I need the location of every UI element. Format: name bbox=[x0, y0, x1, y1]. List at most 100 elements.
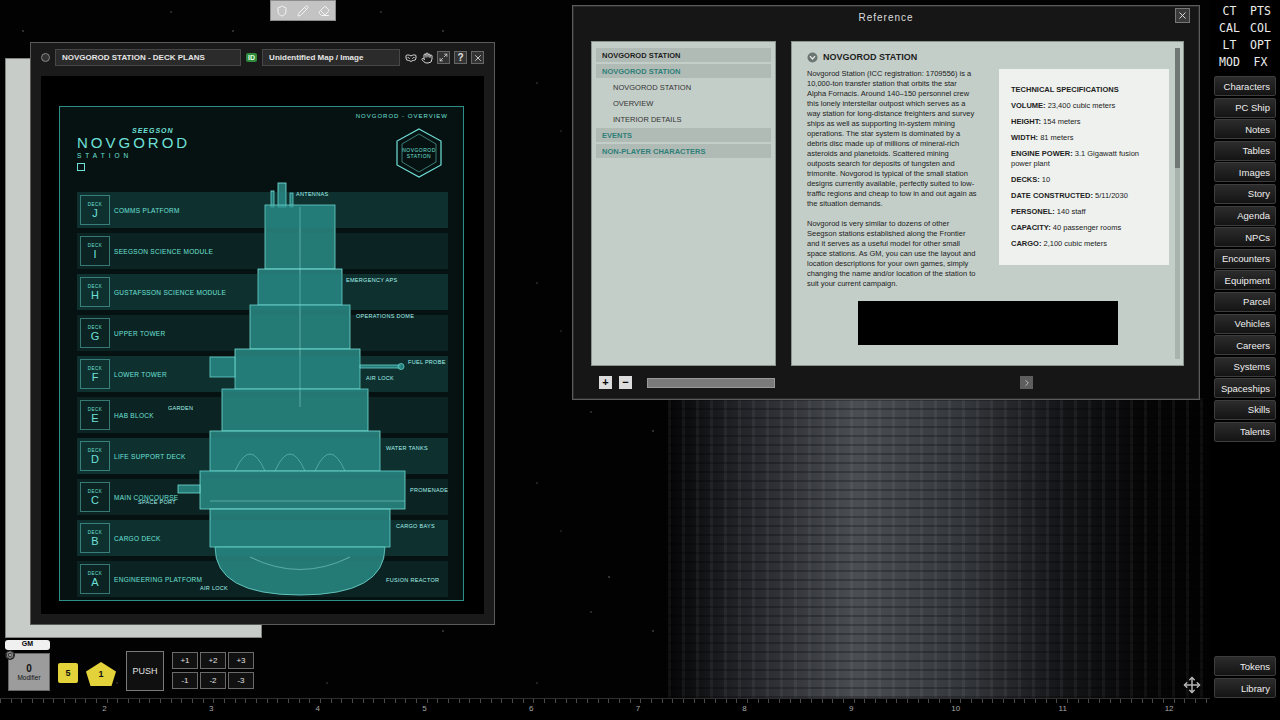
ruler-number: 2 bbox=[0, 699, 107, 720]
modifier-button[interactable]: -2 bbox=[200, 672, 226, 689]
specs-title: TECHNICAL SPECIFICATIONS bbox=[1011, 85, 1157, 95]
mask-icon[interactable] bbox=[405, 52, 417, 64]
deck-char: J bbox=[92, 207, 98, 219]
sidebar-item[interactable]: Images bbox=[1214, 162, 1276, 182]
quick-button[interactable]: FX bbox=[1254, 55, 1268, 69]
sidebar-item[interactable]: Library bbox=[1214, 678, 1276, 698]
modifier-box[interactable]: 0Modifier bbox=[8, 653, 50, 691]
image-window[interactable]: NOVGOROD STATION - DECK PLANS ID Unidentif… bbox=[30, 42, 495, 625]
index-item[interactable]: OVERVIEW bbox=[596, 96, 771, 110]
tabletop[interactable]: NOVGOROD STATION - DECK PLANS ID Unidentif… bbox=[0, 0, 1210, 698]
index-item[interactable]: NOVGOROD STATION bbox=[596, 48, 771, 62]
spec-value: 5/11/2030 bbox=[1095, 191, 1128, 200]
collapse-icon[interactable] bbox=[807, 52, 818, 63]
index-item[interactable]: NOVGOROD STATION bbox=[596, 80, 771, 94]
record-dot-icon bbox=[41, 53, 50, 62]
sidebar-item[interactable]: Story bbox=[1214, 184, 1276, 204]
die[interactable]: 1 bbox=[86, 662, 116, 686]
zoom-in-button[interactable]: + bbox=[599, 376, 612, 389]
deck-letter: DECKH bbox=[80, 277, 110, 307]
quick-button[interactable]: PTS bbox=[1250, 4, 1271, 18]
sidebar-item[interactable]: Systems bbox=[1214, 357, 1276, 377]
deck-row: DECKFLOWER TOWER bbox=[77, 356, 448, 392]
sidebar-item[interactable]: Spaceships bbox=[1214, 378, 1276, 398]
sidebar-item[interactable]: NPCs bbox=[1214, 227, 1276, 247]
modifier-buttons: +1+2+3 -1-2-3 bbox=[172, 652, 254, 689]
modifier-button[interactable]: -1 bbox=[172, 672, 198, 689]
index-item[interactable]: NOVGOROD STATION bbox=[596, 64, 771, 78]
index-item[interactable]: INTERIOR DETAILS bbox=[596, 112, 771, 126]
deck-word: DECK bbox=[88, 325, 103, 330]
close-button[interactable] bbox=[471, 51, 484, 64]
scroll-thumb[interactable] bbox=[1175, 48, 1180, 168]
deck-plan-header: SEEGSONNOVGORODSTATIONNOVGOROD - OVERVIE… bbox=[77, 107, 448, 187]
sidebar-item[interactable]: Tables bbox=[1214, 141, 1276, 161]
shield-icon[interactable] bbox=[274, 3, 290, 19]
reference-content: NOVGOROD STATIONNovgorod Station (ICC re… bbox=[791, 41, 1184, 366]
index-item[interactable]: NON-PLAYER CHARACTERS bbox=[596, 144, 771, 158]
sidebar-item[interactable]: Parcel bbox=[1214, 292, 1276, 312]
deck-letter: DECKJ bbox=[80, 195, 110, 225]
station-image[interactable] bbox=[858, 301, 1118, 345]
sidebar-item[interactable]: Characters bbox=[1214, 76, 1276, 96]
sidebar-item[interactable]: Careers bbox=[1214, 335, 1276, 355]
deck-char: B bbox=[91, 535, 98, 547]
move-icon[interactable] bbox=[1183, 676, 1201, 694]
sidebar-item[interactable]: Agenda bbox=[1214, 206, 1276, 226]
image-title-field[interactable]: NOVGOROD STATION - DECK PLANS bbox=[55, 49, 241, 66]
sidebar-item[interactable]: Skills bbox=[1214, 400, 1276, 420]
spec-row: WIDTH: 81 meters bbox=[1011, 133, 1157, 143]
callout-label: WATER TANKS bbox=[386, 445, 428, 451]
maximize-button[interactable] bbox=[437, 51, 450, 64]
sidebar-item[interactable]: Tokens bbox=[1214, 656, 1276, 676]
paragraph: Novgorod Station (ICC registration: 1709… bbox=[807, 69, 977, 209]
quick-button[interactable]: MOD bbox=[1219, 55, 1240, 69]
push-button[interactable]: PUSH bbox=[126, 651, 164, 691]
spec-label: VOLUME: bbox=[1011, 101, 1046, 110]
deck-row: DECKGUPPER TOWER bbox=[77, 315, 448, 351]
spec-value: 140 staff bbox=[1057, 207, 1086, 216]
ruler-number: 10 bbox=[854, 699, 961, 720]
eraser-icon[interactable] bbox=[316, 3, 332, 19]
callout-label: CARGO BAYS bbox=[396, 523, 435, 529]
close-button[interactable] bbox=[1175, 8, 1190, 23]
deck-name: CARGO DECK bbox=[114, 535, 161, 542]
modifier-button[interactable]: +3 bbox=[228, 652, 254, 669]
image-name-field[interactable]: Unidentified Map / Image bbox=[262, 49, 400, 66]
sidebar-item[interactable]: Talents bbox=[1214, 422, 1276, 442]
quick-button[interactable]: OPT bbox=[1250, 38, 1271, 52]
zoom-slider[interactable] bbox=[647, 378, 775, 388]
zoom-out-button[interactable]: − bbox=[619, 376, 632, 389]
quick-button[interactable]: LT bbox=[1223, 38, 1237, 52]
die[interactable]: 5 bbox=[58, 663, 78, 683]
sidebar-list: CharactersPC ShipNotesTablesImagesStoryA… bbox=[1214, 76, 1276, 442]
quick-button[interactable]: CAL bbox=[1219, 21, 1240, 35]
quick-button[interactable]: CT bbox=[1223, 4, 1237, 18]
scrollbar[interactable] bbox=[1175, 48, 1180, 359]
gear-icon[interactable] bbox=[5, 650, 15, 660]
quick-button[interactable]: COL bbox=[1250, 21, 1271, 35]
sidebar-item[interactable]: Encounters bbox=[1214, 249, 1276, 269]
modifier-button[interactable]: -3 bbox=[228, 672, 254, 689]
id-badge[interactable]: ID bbox=[246, 53, 257, 62]
pencil-icon[interactable] bbox=[295, 3, 311, 19]
modifier-button[interactable]: +2 bbox=[200, 652, 226, 669]
modifier-button[interactable]: +1 bbox=[172, 652, 198, 669]
paragraph: Novgorod is very similar to dozens of ot… bbox=[807, 219, 977, 289]
vtt-screen: NOVGOROD STATION - DECK PLANS ID Unidentif… bbox=[0, 0, 1280, 720]
station-subtitle: STATION bbox=[77, 152, 190, 159]
deck-char: I bbox=[93, 248, 96, 260]
deck-word: DECK bbox=[88, 489, 103, 494]
sidebar-item[interactable]: PC Ship bbox=[1214, 98, 1276, 118]
help-button[interactable]: ? bbox=[454, 51, 467, 64]
hand-icon[interactable] bbox=[421, 52, 433, 64]
sidebar-item[interactable]: Equipment bbox=[1214, 270, 1276, 290]
reference-window[interactable]: ReferenceNOVGOROD STATIONNOVGOROD STATIO… bbox=[572, 5, 1200, 400]
sidebar-item[interactable]: Notes bbox=[1214, 119, 1276, 139]
next-button[interactable] bbox=[1020, 376, 1033, 389]
sidebar-item[interactable]: Vehicles bbox=[1214, 314, 1276, 334]
index-item[interactable]: EVENTS bbox=[596, 128, 771, 142]
deck-letter: DECKE bbox=[80, 400, 110, 430]
ruler-number: 7 bbox=[533, 699, 640, 720]
logo-column: NOVGOROD - OVERVIEWNOVGORODSTATION bbox=[356, 113, 448, 187]
